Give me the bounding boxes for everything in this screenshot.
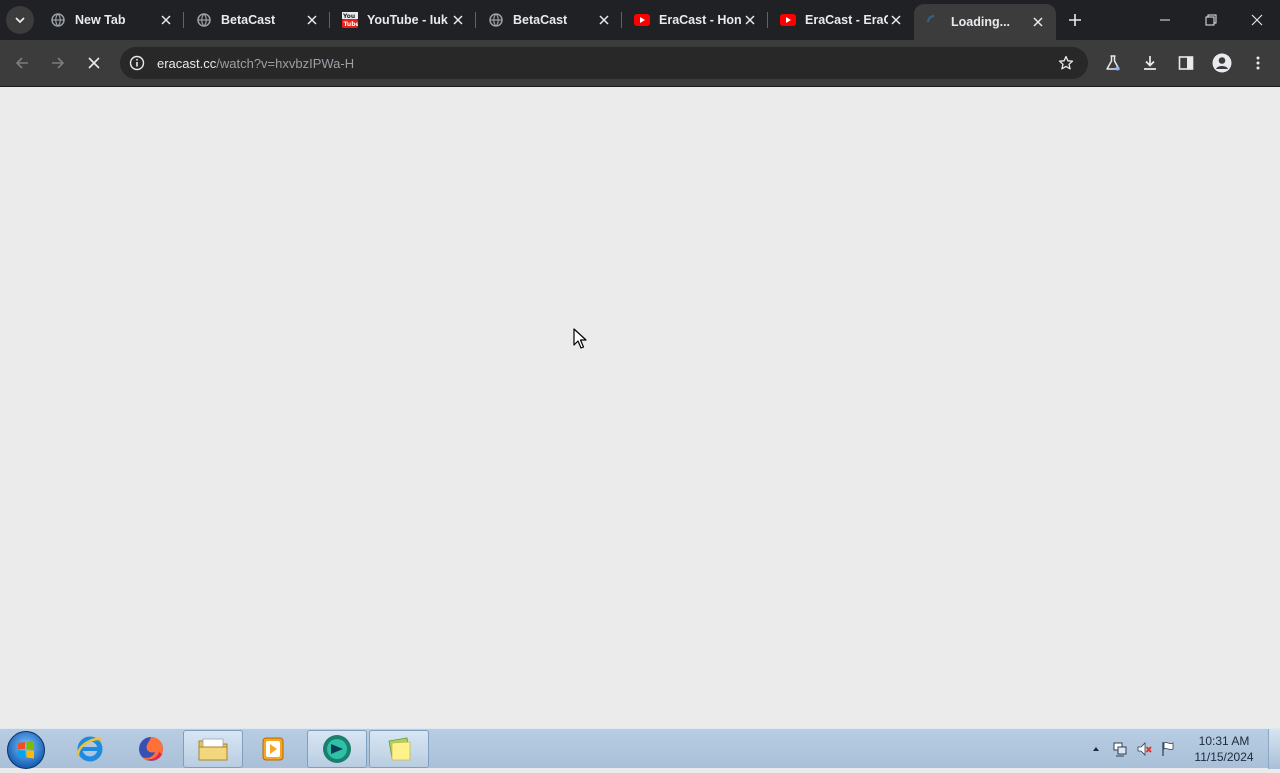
youtube-play-icon xyxy=(634,12,650,28)
svg-text:Tube: Tube xyxy=(344,21,359,28)
tab-loading-active[interactable]: Loading... xyxy=(914,4,1056,40)
network-icon[interactable] xyxy=(1111,740,1129,758)
system-tray: 10:31 AM 11/15/2024 xyxy=(1084,729,1280,769)
tab-title: EraCast - EraC xyxy=(805,13,888,27)
globe-icon xyxy=(196,12,212,28)
close-icon[interactable] xyxy=(304,12,320,28)
tab-youtube[interactable]: You Tube YouTube - Iuk xyxy=(330,0,476,40)
address-bar[interactable]: eracast.cc/watch?v=hxvbzIPWa-H xyxy=(120,47,1088,79)
loading-icon xyxy=(926,14,942,30)
flask-icon xyxy=(1106,55,1120,71)
youtube-classic-icon: You Tube xyxy=(342,12,358,28)
tab-new-tab[interactable]: New Tab xyxy=(38,0,184,40)
close-icon[interactable] xyxy=(450,12,466,28)
stop-loading-button[interactable] xyxy=(80,49,108,77)
minimize-icon xyxy=(1160,19,1170,21)
firefox-icon xyxy=(139,737,163,761)
tab-title: YouTube - Iuk xyxy=(367,13,448,27)
tab-betacast[interactable]: BetaCast xyxy=(476,0,622,40)
close-icon[interactable] xyxy=(742,12,758,28)
chevron-down-icon xyxy=(15,17,25,24)
mouse-cursor-icon xyxy=(573,328,587,349)
profile-avatar-icon xyxy=(1212,53,1232,73)
folder-icon xyxy=(198,738,228,761)
page-content-blank xyxy=(0,87,1280,728)
windows-taskbar: 10:31 AM 11/15/2024 xyxy=(0,728,1280,769)
url-path: /watch?v=hxvbzIPWa-H xyxy=(216,55,355,71)
taskbar-file-explorer[interactable] xyxy=(183,730,243,768)
forward-button[interactable] xyxy=(44,49,72,77)
url-host: eracast.cc xyxy=(157,55,217,71)
profile-button[interactable] xyxy=(1208,49,1236,77)
close-icon xyxy=(88,57,100,69)
url-text: eracast.cc/watch?v=hxvbzIPWa-H xyxy=(157,56,354,71)
arrow-left-icon xyxy=(15,57,28,69)
tab-title: New Tab xyxy=(75,13,126,27)
bookmark-star-icon[interactable] xyxy=(1056,53,1076,73)
close-icon[interactable] xyxy=(158,12,174,28)
svg-text:You: You xyxy=(342,13,355,20)
new-tab-button[interactable] xyxy=(1063,8,1087,32)
sticky-notes-icon xyxy=(388,737,411,761)
more-vertical-icon xyxy=(1256,56,1260,70)
close-window-button[interactable] xyxy=(1234,0,1280,40)
side-panel-icon xyxy=(1178,56,1194,70)
close-icon[interactable] xyxy=(596,12,612,28)
clock-time: 10:31 AM xyxy=(1198,734,1250,748)
tab-eracast[interactable]: EraCast - EraC xyxy=(768,0,914,40)
volume-muted-icon[interactable] xyxy=(1135,740,1153,758)
close-icon[interactable] xyxy=(888,12,904,28)
tab-title: EraCast - Hon xyxy=(659,13,742,27)
media-player-icon xyxy=(262,737,284,761)
restore-button[interactable] xyxy=(1188,0,1234,40)
clock-date: 11/15/2024 xyxy=(1194,750,1254,764)
plus-icon xyxy=(1069,14,1081,26)
tab-eracast-home[interactable]: EraCast - Hon xyxy=(622,0,768,40)
menu-button[interactable] xyxy=(1244,49,1272,77)
taskbar-firefox[interactable] xyxy=(121,730,181,768)
taskbar-browser-active[interactable] xyxy=(307,730,367,768)
browser-toolbar: eracast.cc/watch?v=hxvbzIPWa-H xyxy=(0,40,1280,86)
downloads-button[interactable] xyxy=(1136,49,1164,77)
taskbar-sticky-notes[interactable] xyxy=(369,730,429,768)
show-hidden-icons-icon[interactable] xyxy=(1087,740,1105,758)
tab-search-button[interactable] xyxy=(6,6,34,34)
restore-icon xyxy=(1205,14,1217,26)
minimize-button[interactable] xyxy=(1142,0,1188,40)
close-icon[interactable] xyxy=(1030,14,1046,30)
taskbar-internet-explorer[interactable] xyxy=(60,730,120,768)
labs-button[interactable] xyxy=(1099,49,1127,77)
action-center-flag-icon[interactable] xyxy=(1159,740,1177,758)
back-button[interactable] xyxy=(8,49,36,77)
tab-strip: New Tab BetaCast You Tube YouTube - Iuk B… xyxy=(0,0,1280,40)
browser-app-icon xyxy=(323,735,351,763)
side-panel-button[interactable] xyxy=(1172,49,1200,77)
system-clock[interactable]: 10:31 AM 11/15/2024 xyxy=(1186,733,1262,765)
tab-title: BetaCast xyxy=(221,13,276,27)
taskbar-media-player[interactable] xyxy=(243,730,303,768)
tab-betacast[interactable]: BetaCast xyxy=(184,0,330,40)
internet-explorer-icon xyxy=(76,736,103,762)
show-desktop-button[interactable] xyxy=(1268,729,1280,769)
globe-icon xyxy=(488,12,504,28)
close-icon xyxy=(1251,14,1263,26)
site-info-icon[interactable] xyxy=(126,52,148,74)
download-icon xyxy=(1144,56,1156,70)
tab-title: Loading... xyxy=(951,15,1011,29)
tab-title: BetaCast xyxy=(513,13,568,27)
youtube-play-icon xyxy=(780,12,796,28)
arrow-right-icon xyxy=(52,57,65,69)
start-button[interactable] xyxy=(7,731,45,769)
globe-icon xyxy=(50,12,66,28)
windows-logo-icon xyxy=(18,741,34,759)
